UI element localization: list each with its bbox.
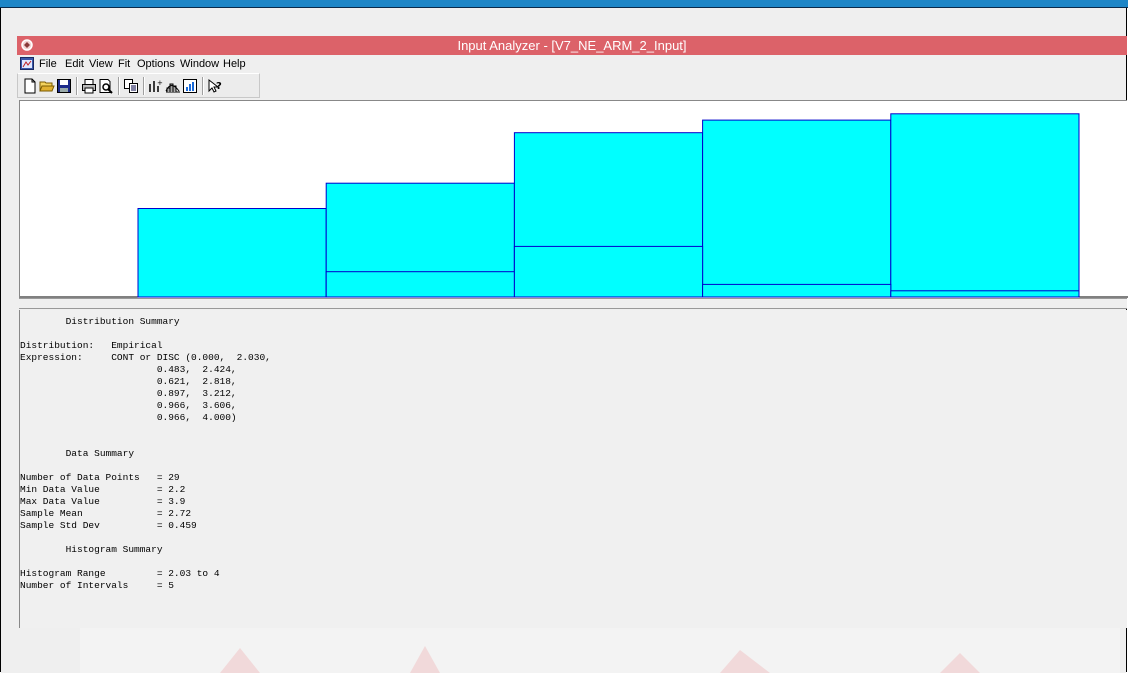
menu-file[interactable]: File xyxy=(39,56,57,72)
menu-options[interactable]: Options xyxy=(137,56,175,72)
title-bar[interactable]: Input Analyzer - [V7_NE_ARM_2_Input] xyxy=(17,36,1127,55)
print-preview-icon[interactable] xyxy=(98,78,114,94)
toolbar: + ? xyxy=(17,73,260,98)
histogram-bar-1 xyxy=(137,208,327,298)
watermark xyxy=(80,628,1120,673)
toolbar-separator xyxy=(76,77,78,95)
top-band xyxy=(0,0,1128,8)
density-bar-3 xyxy=(513,245,704,298)
menu-bar: File Edit View Fit Options Window Help xyxy=(17,56,1127,72)
save-icon[interactable] xyxy=(56,78,72,94)
document-window-icon[interactable] xyxy=(20,57,34,70)
copy-icon[interactable] xyxy=(123,78,139,94)
summary-panel[interactable]: Distribution Summary Distribution: Empir… xyxy=(19,310,1127,628)
open-icon[interactable] xyxy=(39,78,55,94)
toolbar-separator xyxy=(202,77,204,95)
menu-view[interactable]: View xyxy=(89,56,113,72)
toolbar-separator xyxy=(143,77,145,95)
svg-text:+: + xyxy=(157,79,163,87)
menu-window[interactable]: Window xyxy=(180,56,219,72)
menu-edit[interactable]: Edit xyxy=(65,56,84,72)
data-icon[interactable]: + xyxy=(148,78,164,94)
histogram-icon[interactable] xyxy=(182,78,198,94)
panel-splitter[interactable] xyxy=(19,298,1127,309)
help-pointer-icon[interactable]: ? xyxy=(207,78,223,94)
density-bar-2 xyxy=(325,271,515,298)
toolbar-separator xyxy=(118,77,120,95)
histogram-chart xyxy=(20,113,1128,298)
print-icon[interactable] xyxy=(81,78,97,94)
histogram-bar-4 xyxy=(702,119,892,298)
fit-icon[interactable] xyxy=(165,78,181,94)
density-bar-4 xyxy=(702,283,892,298)
window-title: Input Analyzer - [V7_NE_ARM_2_Input] xyxy=(457,38,687,53)
summary-text: Distribution Summary Distribution: Empir… xyxy=(20,316,271,591)
menu-fit[interactable]: Fit xyxy=(118,56,130,72)
svg-text:?: ? xyxy=(216,81,222,92)
histogram-bar-5 xyxy=(890,113,1080,298)
histogram-panel xyxy=(19,100,1128,298)
menu-help[interactable]: Help xyxy=(223,56,246,72)
new-icon[interactable] xyxy=(22,78,38,94)
density-bar-5 xyxy=(890,290,1080,298)
